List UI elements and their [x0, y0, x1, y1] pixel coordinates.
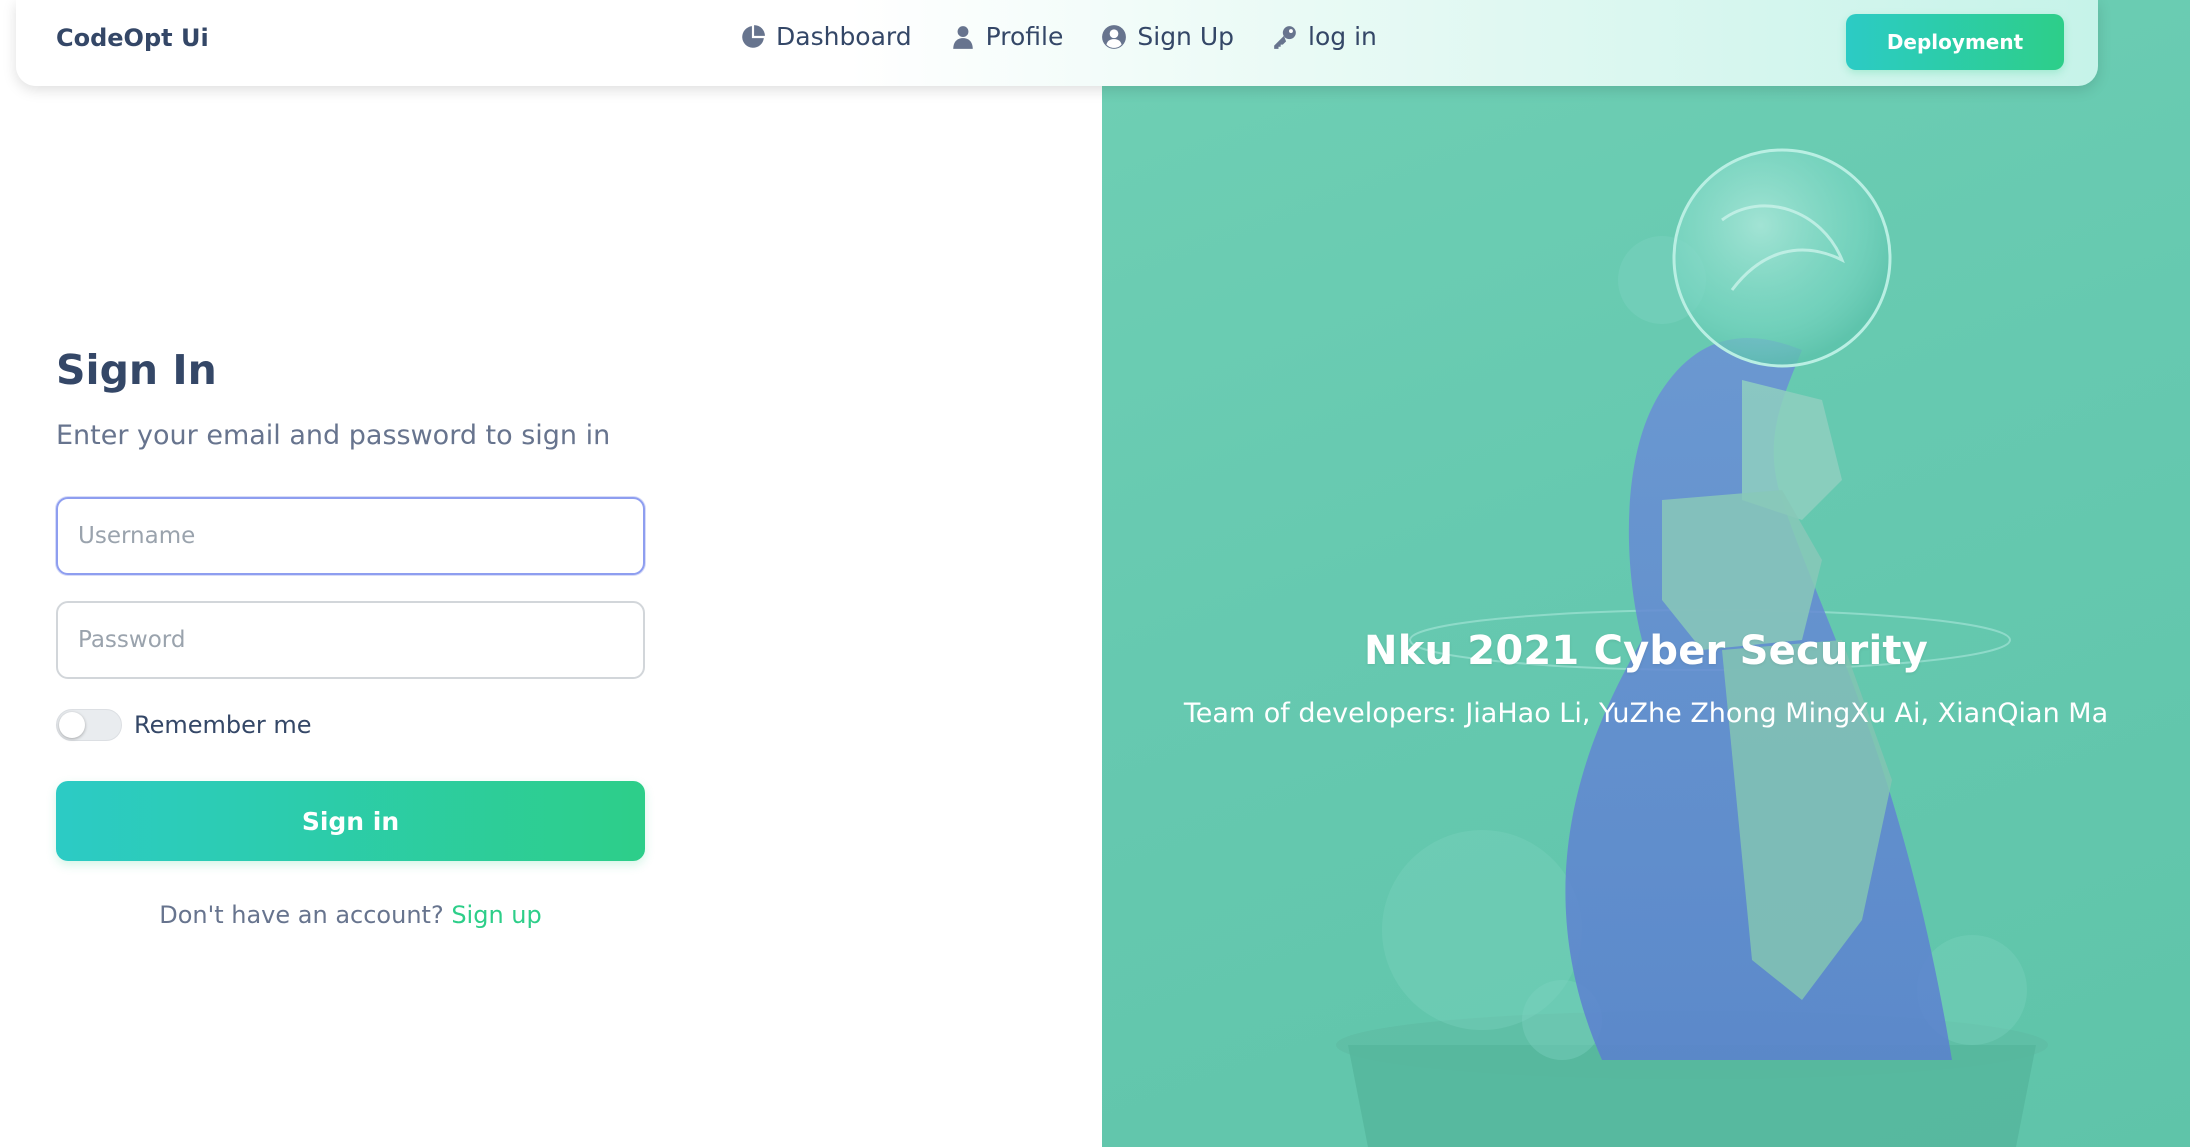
page-subtitle: Enter your email and password to sign in	[56, 420, 611, 451]
brand-logo[interactable]: CodeOpt Ui	[56, 24, 209, 52]
signin-form: Sign In Enter your email and password to…	[56, 346, 646, 929]
password-input[interactable]	[56, 601, 645, 679]
nav-links: Dashboard Profile Sign Up log in	[740, 22, 1415, 51]
user-circle-icon	[1101, 24, 1127, 50]
navbar: CodeOpt Ui Dashboard Profile Sign Up log…	[16, 0, 2098, 86]
hero-subtitle: Team of developers: JiaHao Li, YuZhe Zho…	[1183, 698, 2109, 729]
signup-prompt: Don't have an account? Sign up	[56, 901, 645, 929]
remember-me-row: Remember me	[56, 709, 646, 741]
hero-text: Nku 2021 Cyber Security Team of develope…	[1102, 628, 2190, 729]
remember-me-label: Remember me	[134, 711, 312, 739]
sign-in-button[interactable]: Sign in	[56, 781, 645, 861]
key-icon	[1272, 24, 1298, 50]
hero-illustration	[1336, 148, 2048, 1147]
nav-item-profile[interactable]: Profile	[950, 22, 1064, 51]
user-icon	[950, 24, 976, 50]
toggle-knob	[59, 712, 85, 738]
nav-label: log in	[1308, 22, 1377, 51]
deployment-button[interactable]: Deployment	[1846, 14, 2064, 70]
nav-label: Dashboard	[776, 22, 912, 51]
nav-label: Profile	[985, 22, 1064, 51]
nav-item-dashboard[interactable]: Dashboard	[740, 22, 912, 51]
remember-me-toggle[interactable]	[56, 709, 122, 741]
sign-up-link[interactable]: Sign up	[451, 901, 541, 929]
pie-chart-icon	[740, 24, 766, 50]
signup-prompt-text: Don't have an account?	[159, 901, 452, 929]
nav-item-sign-up[interactable]: Sign Up	[1101, 22, 1234, 51]
page-title: Sign In	[56, 346, 217, 394]
nav-label: Sign Up	[1137, 22, 1235, 51]
nav-item-log-in[interactable]: log in	[1272, 22, 1377, 51]
username-input[interactable]	[56, 497, 645, 575]
hero-title: Nku 2021 Cyber Security	[1364, 628, 1928, 674]
hero-panel: Nku 2021 Cyber Security Team of develope…	[1102, 0, 2190, 1147]
